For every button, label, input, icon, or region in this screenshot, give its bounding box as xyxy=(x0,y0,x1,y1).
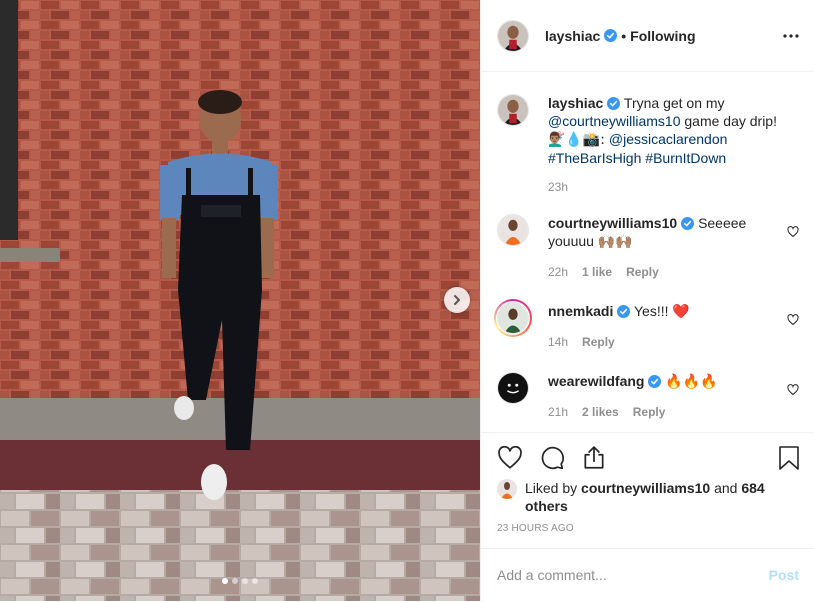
post-timestamp[interactable]: 23 HOURS AGO xyxy=(497,523,574,534)
caption-author-avatar-image xyxy=(498,95,528,125)
liked-by-avatar-image xyxy=(497,479,517,499)
comments-list[interactable]: layshiac Tryna get on my @courtneywillia… xyxy=(481,72,814,432)
comment-text: courtneywilliams10 Seeeee youuuu 🙌🏽🙌🏽 xyxy=(548,214,763,250)
reply-button[interactable]: Reply xyxy=(626,265,659,279)
author-avatar[interactable] xyxy=(497,19,529,52)
action-icons xyxy=(497,445,607,471)
add-comment-form: Post xyxy=(481,548,814,602)
heart-icon[interactable] xyxy=(787,226,799,238)
caption-text: layshiac Tryna get on my @courtneywillia… xyxy=(548,94,798,167)
verified-badge-icon xyxy=(604,29,618,42)
caption-hashtag-burnitdown[interactable]: #BurnItDown xyxy=(645,150,726,166)
comment-icon[interactable] xyxy=(539,445,565,471)
heart-icon[interactable] xyxy=(787,384,799,396)
verified-badge-icon xyxy=(607,97,621,110)
comment-time[interactable]: 21h xyxy=(548,405,568,419)
commenter-avatar[interactable] xyxy=(497,302,529,334)
comment-meta: 22h 1 like Reply xyxy=(548,265,659,279)
comment-meta: 14h Reply xyxy=(548,335,615,349)
more-options-icon xyxy=(783,34,799,38)
comment-item: wearewildfang 🔥🔥🔥 21h 2 likes Reply xyxy=(497,372,799,419)
author-avatar-image xyxy=(498,20,528,51)
caption-author-avatar[interactable] xyxy=(497,94,529,126)
comment-item: courtneywilliams10 Seeeee youuuu 🙌🏽🙌🏽 22… xyxy=(497,214,799,279)
verified-badge-icon xyxy=(681,217,695,230)
caption-mention-jessicaclarendon[interactable]: @jessicaclarendon xyxy=(609,131,728,147)
following-button[interactable]: Following xyxy=(630,28,695,44)
liked-by-joiner: and xyxy=(714,480,738,496)
heart-icon[interactable] xyxy=(787,314,799,326)
instagram-post: layshiac • Following layshiac Tryna get … xyxy=(0,0,814,601)
reply-button[interactable]: Reply xyxy=(582,335,615,349)
post-photo[interactable] xyxy=(0,0,480,601)
post-sidebar: layshiac • Following layshiac Tryna get … xyxy=(480,0,814,601)
commenter-avatar[interactable] xyxy=(497,214,529,246)
header-separator: • xyxy=(621,27,627,44)
comment-username[interactable]: wearewildfang xyxy=(548,373,644,389)
liked-by-user[interactable]: courtneywilliams10 xyxy=(581,480,710,496)
comment-likes[interactable]: 2 likes xyxy=(582,405,619,419)
photo-illustration xyxy=(0,0,480,601)
verified-badge-icon xyxy=(617,305,631,318)
post-actions-section: Liked by courtneywilliams10 and 684 othe… xyxy=(481,432,814,601)
caption-mention-courtneywilliams10[interactable]: @courtneywilliams10 xyxy=(548,113,680,129)
carousel-dot xyxy=(252,578,258,584)
next-photo-button[interactable] xyxy=(444,287,470,313)
liked-by-prefix: Liked by xyxy=(525,480,578,496)
commenter-avatar-image xyxy=(498,303,528,333)
verified-badge-icon xyxy=(648,375,662,388)
liked-by-text: Liked by courtneywilliams10 and 684 othe… xyxy=(525,479,765,515)
reply-button[interactable]: Reply xyxy=(633,405,666,419)
comment-username[interactable]: nnemkadi xyxy=(548,303,613,319)
caption-emoji-credit: 💇🏽‍♂️💧📸: xyxy=(548,132,606,148)
chevron-right-icon xyxy=(454,295,460,305)
caption-time[interactable]: 23h xyxy=(548,180,568,194)
post-header: layshiac • Following xyxy=(481,0,814,72)
carousel-dot-active xyxy=(222,578,228,584)
post-comment-button[interactable]: Post xyxy=(769,567,799,583)
caption-hashtag-thebarishigh[interactable]: #TheBarIsHigh xyxy=(548,150,641,166)
comment-time[interactable]: 22h xyxy=(548,265,568,279)
comment-text: wearewildfang 🔥🔥🔥 xyxy=(548,372,763,390)
carousel-dot xyxy=(242,578,248,584)
comment-meta: 21h 2 likes Reply xyxy=(548,405,665,419)
add-comment-input[interactable] xyxy=(497,564,747,586)
caption-username[interactable]: layshiac xyxy=(548,95,603,111)
more-options-button[interactable] xyxy=(781,26,801,46)
caption-body-middle: game day drip! xyxy=(684,113,777,129)
comment-body: 🔥🔥🔥 xyxy=(665,373,718,389)
carousel-dot xyxy=(232,578,238,584)
liked-by-avatar[interactable] xyxy=(497,479,517,499)
comment-time[interactable]: 14h xyxy=(548,335,568,349)
commenter-avatar-image xyxy=(498,215,528,245)
comment-text: nnemkadi Yes!!! ❤️ xyxy=(548,302,763,320)
heart-icon[interactable] xyxy=(497,445,523,471)
comment-body: Yes!!! ❤️ xyxy=(634,303,690,319)
commenter-avatar[interactable] xyxy=(497,372,529,404)
caption-body-start: Tryna get on my xyxy=(623,95,725,111)
comment-likes[interactable]: 1 like xyxy=(582,265,612,279)
comment-item: nnemkadi Yes!!! ❤️ 14h Reply xyxy=(494,299,799,349)
author-username[interactable]: layshiac xyxy=(545,28,600,44)
carousel-indicator xyxy=(0,578,480,584)
share-icon[interactable] xyxy=(581,445,607,471)
commenter-avatar-image xyxy=(498,373,528,403)
comment-username[interactable]: courtneywilliams10 xyxy=(548,215,677,231)
bookmark-icon[interactable] xyxy=(777,445,801,471)
